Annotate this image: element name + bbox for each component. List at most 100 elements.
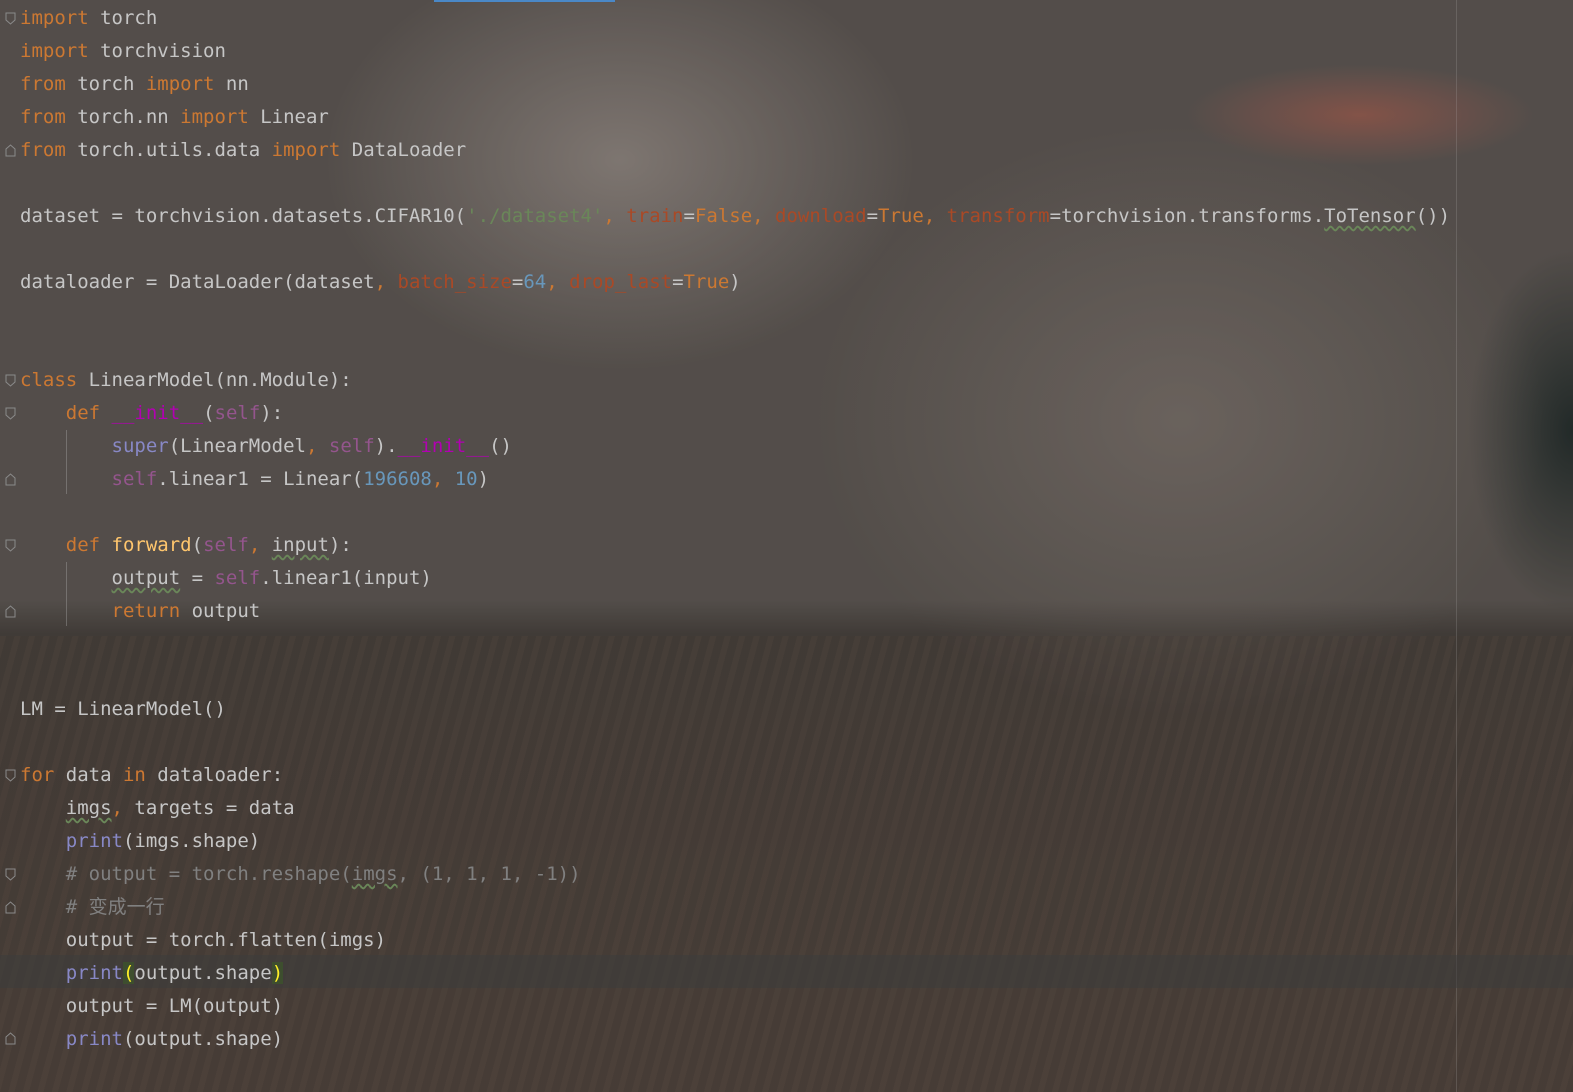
code-text: output = torch.flatten(imgs) bbox=[65, 929, 387, 951]
code-text: =torchvision.transforms. bbox=[1049, 205, 1325, 227]
code-line[interactable]: # 变成一行 bbox=[20, 891, 165, 924]
keyword: for bbox=[20, 764, 55, 786]
code-editor[interactable]: import torch import torchvision from tor… bbox=[0, 0, 1573, 1092]
code-text: LM = LinearModel() bbox=[20, 698, 226, 720]
keyword: import bbox=[20, 7, 89, 29]
punctuation: , bbox=[374, 271, 398, 293]
punctuation: , bbox=[546, 271, 570, 293]
code-text: = bbox=[180, 567, 215, 589]
code-line[interactable]: imgs, targets = data bbox=[20, 792, 295, 825]
fold-marker-icon[interactable] bbox=[5, 901, 16, 914]
keyword: in bbox=[122, 764, 146, 786]
punctuation: , bbox=[431, 468, 455, 490]
fold-marker-icon[interactable] bbox=[5, 769, 16, 782]
code-text: output = LM(output) bbox=[65, 995, 284, 1017]
code-line[interactable]: output = self.linear1(input) bbox=[20, 562, 432, 595]
code-text-warning[interactable]: imgs bbox=[66, 797, 112, 819]
punctuation: , bbox=[248, 534, 272, 556]
code-line[interactable]: print(output.shape) bbox=[20, 1023, 283, 1056]
matched-paren: ) bbox=[271, 962, 284, 984]
code-line[interactable]: # output = torch.reshape(imgs, (1, 1, 1,… bbox=[20, 858, 581, 891]
code-line[interactable]: output = torch.flatten(imgs) bbox=[20, 924, 386, 957]
code-line[interactable]: import torch bbox=[20, 2, 157, 35]
code-line[interactable]: from torch.utils.data import DataLoader bbox=[20, 134, 466, 167]
keyword: from bbox=[20, 73, 66, 95]
code-text: ()) bbox=[1415, 205, 1451, 227]
code-line[interactable]: from torch import nn bbox=[20, 68, 249, 101]
code-text: torch.utils.data bbox=[65, 139, 272, 161]
fold-marker-icon[interactable] bbox=[5, 407, 16, 420]
self-keyword: self bbox=[203, 534, 249, 556]
comment-warning[interactable]: imgs bbox=[352, 863, 398, 885]
fold-marker-icon[interactable] bbox=[5, 12, 16, 25]
code-line[interactable]: class LinearModel(nn.Module): bbox=[20, 364, 352, 397]
code-text: ): bbox=[260, 402, 284, 424]
self-keyword: self bbox=[214, 567, 261, 589]
code-text: (LinearModel bbox=[168, 435, 306, 457]
code-line[interactable]: LM = LinearModel() bbox=[20, 693, 226, 726]
keyword-argument: train bbox=[626, 205, 684, 227]
code-line[interactable]: def __init__(self): bbox=[20, 397, 283, 430]
code-line[interactable]: output = LM(output) bbox=[20, 990, 283, 1023]
fold-marker-icon[interactable] bbox=[5, 144, 16, 157]
code-text: = bbox=[672, 271, 684, 293]
builtin-function: super bbox=[111, 435, 169, 457]
number-literal: 196608 bbox=[363, 468, 432, 490]
function-name: forward bbox=[111, 534, 192, 556]
code-line[interactable]: from torch.nn import Linear bbox=[20, 101, 329, 134]
code-text-warning[interactable]: input bbox=[272, 534, 329, 556]
code-text: ( bbox=[191, 534, 204, 556]
code-line[interactable]: return output bbox=[20, 595, 261, 628]
code-line[interactable]: super(LinearModel, self).__init__() bbox=[20, 430, 512, 463]
fold-marker-icon[interactable] bbox=[5, 868, 16, 881]
code-line[interactable]: dataset = torchvision.datasets.CIFAR10('… bbox=[20, 200, 1450, 233]
code-text: data bbox=[54, 764, 123, 786]
self-keyword: self bbox=[214, 402, 261, 424]
comment: # 变成一行 bbox=[65, 896, 165, 918]
keyword: from bbox=[20, 106, 66, 128]
keyword: import bbox=[20, 40, 89, 62]
code-text: output bbox=[180, 600, 261, 622]
code-text: dataloader = DataLoader(dataset bbox=[20, 271, 375, 293]
code-line[interactable]: for data in dataloader: bbox=[20, 759, 283, 792]
code-line-current[interactable]: print(output.shape) bbox=[20, 957, 284, 990]
code-text: ) bbox=[729, 271, 741, 293]
keyword: from bbox=[20, 139, 66, 161]
code-line[interactable]: print(imgs.shape) bbox=[20, 825, 260, 858]
code-line[interactable]: def forward(self, input): bbox=[20, 529, 352, 562]
self-keyword: self bbox=[111, 468, 158, 490]
fold-marker-icon[interactable] bbox=[5, 539, 16, 552]
code-line[interactable]: dataloader = DataLoader(dataset, batch_s… bbox=[20, 266, 741, 299]
code-text: = bbox=[683, 205, 695, 227]
fold-marker-icon[interactable] bbox=[5, 473, 16, 486]
fold-marker-icon[interactable] bbox=[5, 1032, 16, 1045]
code-text: LinearModel(nn.Module): bbox=[77, 369, 352, 391]
code-text: targets = data bbox=[134, 797, 295, 819]
fold-marker-icon[interactable] bbox=[5, 374, 16, 387]
code-line[interactable]: self.linear1 = Linear(196608, 10) bbox=[20, 463, 490, 496]
code-text: dataloader: bbox=[145, 764, 284, 786]
code-line[interactable]: import torchvision bbox=[20, 35, 226, 68]
code-text: ). bbox=[374, 435, 398, 457]
keyword: True bbox=[683, 271, 730, 293]
punctuation: , bbox=[752, 205, 776, 227]
fold-marker-icon[interactable] bbox=[5, 605, 16, 618]
magic-method: __init__ bbox=[111, 402, 204, 424]
code-text-warning[interactable]: output bbox=[112, 567, 181, 589]
code-text: (imgs.shape) bbox=[122, 830, 261, 852]
builtin-function: print bbox=[65, 830, 123, 852]
code-text-warning[interactable]: ToTensor bbox=[1324, 205, 1416, 227]
